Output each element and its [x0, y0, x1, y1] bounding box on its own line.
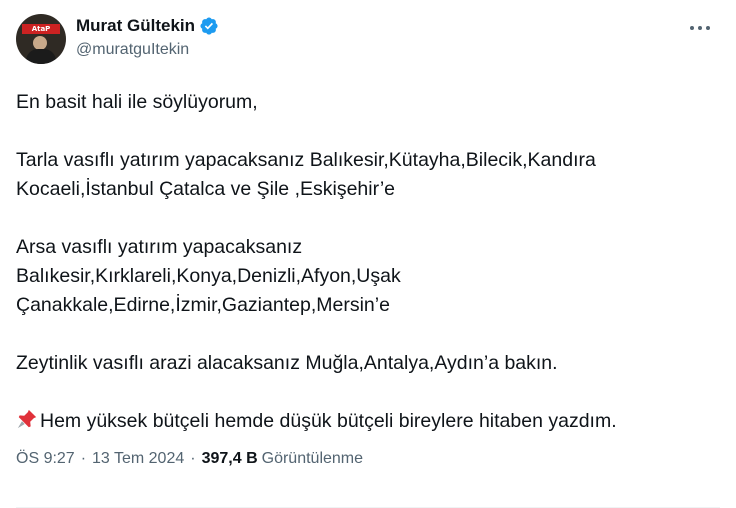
- tweet-card: AtaP Murat Gültekin @muratguItekin En ba…: [0, 0, 736, 508]
- meta-separator: ·: [80, 450, 87, 467]
- tweet-time[interactable]: ÖS 9:27: [16, 450, 75, 468]
- views-count[interactable]: 397,4 B: [202, 450, 258, 468]
- views-label[interactable]: Görüntülenme: [262, 450, 363, 468]
- avatar-body: [26, 49, 56, 64]
- verified-badge-icon[interactable]: [199, 16, 219, 36]
- tweet-paragraph: Zeytinlik vasıflı arazi alacaksanız Muğl…: [16, 352, 558, 374]
- tweet-meta: ÖS 9:27 · 13 Tem 2024 · 397,4 B Görüntül…: [16, 450, 720, 468]
- avatar-banner: AtaP: [22, 24, 60, 34]
- meta-separator: ·: [190, 450, 196, 467]
- avatar[interactable]: AtaP: [16, 14, 66, 64]
- avatar-head: [33, 36, 47, 50]
- tweet-paragraph: Arsa vasıflı yatırım yapacaksanız Balıke…: [16, 236, 401, 316]
- tweet-pinned-line: Hem yüksek bütçeli hemde düşük bütçeli b…: [16, 407, 720, 436]
- tweet-text: En basit hali ile söylüyorum, Tarla vası…: [16, 88, 720, 436]
- pinned-line-text: Hem yüksek bütçeli hemde düşük bütçeli b…: [40, 410, 617, 432]
- author-names: Murat Gültekin @muratguItekin: [76, 16, 219, 59]
- tweet-header: AtaP Murat Gültekin @muratguItekin: [16, 12, 720, 68]
- tweet-date[interactable]: 13 Tem 2024: [92, 450, 184, 468]
- tweet-paragraph: Tarla vasıflı yatırım yapacaksanız Balık…: [16, 149, 596, 200]
- pushpin-icon: [16, 408, 38, 430]
- tweet-paragraph: En basit hali ile söylüyorum,: [16, 91, 258, 113]
- author-handle[interactable]: @muratguItekin: [76, 41, 219, 59]
- display-name[interactable]: Murat Gültekin: [76, 16, 195, 36]
- more-horizontal-icon[interactable]: [686, 18, 714, 38]
- name-row: Murat Gültekin: [76, 16, 219, 36]
